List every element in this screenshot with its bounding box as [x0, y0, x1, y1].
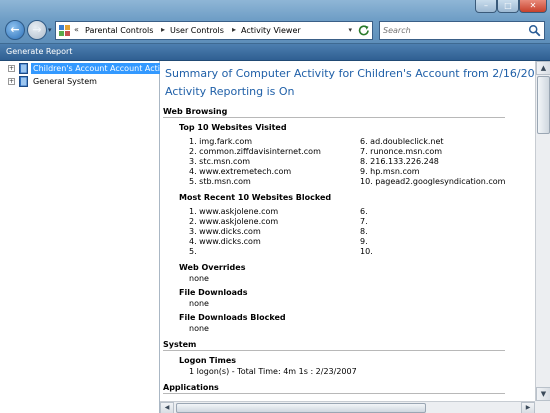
- list-item: 8. 216.133.226.248: [360, 157, 439, 166]
- activity-report: Summary of Computer Activity for Childre…: [160, 61, 535, 401]
- report-status: Activity Reporting is On: [165, 85, 295, 98]
- breadcrumb-separator-icon[interactable]: ▸: [161, 25, 165, 34]
- breadcrumb-activity-viewer[interactable]: Activity Viewer: [241, 26, 301, 35]
- back-arrow-icon: ←: [10, 23, 20, 36]
- scroll-left-button[interactable]: ◀: [160, 402, 174, 413]
- web-overrides-heading: Web Overrides: [179, 263, 246, 272]
- list-item: 7.: [360, 217, 368, 226]
- report-tree: + Children's Account Account Activity + …: [0, 61, 177, 413]
- address-field[interactable]: « Parental Controls ▸ User Controls ▸ Ac…: [55, 21, 373, 40]
- breadcrumb-parental-controls[interactable]: Parental Controls: [85, 26, 153, 35]
- forward-arrow-icon: →: [32, 23, 42, 36]
- section-divider: [163, 393, 505, 394]
- section-system: System: [163, 340, 197, 349]
- breadcrumb-separator-icon[interactable]: ▸: [232, 25, 236, 34]
- list-item: 10.: [360, 247, 373, 256]
- tree-item-general-system[interactable]: + General System: [0, 75, 160, 88]
- section-divider: [163, 350, 505, 351]
- control-panel-icon: [59, 25, 70, 36]
- horizontal-scrollbar[interactable]: ◀ ▶: [160, 401, 535, 413]
- horizontal-scroll-thumb[interactable]: [176, 403, 426, 413]
- file-downloads-blocked-heading: File Downloads Blocked: [179, 313, 286, 322]
- close-icon: ✕: [529, 1, 537, 10]
- list-item: 3. www.dicks.com: [189, 227, 261, 236]
- recent-pages-dropdown[interactable]: ▾: [48, 26, 52, 34]
- list-item: 8.: [360, 227, 368, 236]
- list-item: 5.: [189, 247, 197, 256]
- maximize-icon: □: [504, 1, 512, 10]
- logon-times-heading: Logon Times: [179, 356, 237, 365]
- list-item: 5. stb.msn.com: [189, 177, 251, 186]
- forward-button[interactable]: →: [27, 20, 47, 40]
- expand-icon[interactable]: +: [8, 65, 15, 72]
- section-web-browsing: Web Browsing: [163, 107, 228, 116]
- tree-item-childrens-account[interactable]: + Children's Account Account Activity: [0, 62, 177, 75]
- scroll-down-button[interactable]: ▼: [536, 387, 550, 401]
- generate-report-button[interactable]: Generate Report: [6, 47, 72, 56]
- breadcrumb-overflow-icon[interactable]: «: [74, 25, 79, 34]
- scroll-up-button[interactable]: ▲: [536, 61, 550, 75]
- list-item: 2. www.askjolene.com: [189, 217, 279, 226]
- expand-icon[interactable]: +: [8, 78, 15, 85]
- list-item: 1. www.askjolene.com: [189, 207, 279, 216]
- address-bar-area: – □ ✕ ← → ▾ « Parental Controls ▸ User C…: [0, 0, 550, 44]
- report-title: Summary of Computer Activity for Childre…: [165, 67, 535, 80]
- search-box[interactable]: [379, 21, 545, 40]
- list-item: 10. pagead2.googlesyndication.com: [360, 177, 506, 186]
- breadcrumb-user-controls[interactable]: User Controls: [170, 26, 224, 35]
- list-item: 6. ad.doubleclick.net: [360, 137, 444, 146]
- logon-times-value: 1 logon(s) - Total Time: 4m 1s : 2/23/20…: [189, 367, 357, 376]
- list-item: 6.: [360, 207, 368, 216]
- vertical-scrollbar[interactable]: ▲ ▼: [535, 61, 550, 401]
- vertical-scroll-thumb[interactable]: [537, 76, 550, 134]
- list-item: 2. common.ziffdavisinternet.com: [189, 147, 321, 156]
- search-icon[interactable]: [528, 24, 541, 37]
- section-divider: [163, 117, 505, 118]
- scrollbar-corner: [535, 401, 550, 413]
- report-book-icon: [19, 63, 28, 74]
- section-applications: Applications: [163, 383, 219, 392]
- scroll-right-button[interactable]: ▶: [521, 402, 535, 413]
- list-item: 9.: [360, 237, 368, 246]
- minimize-icon: –: [484, 1, 488, 10]
- file-downloads-blocked-value: none: [189, 324, 209, 333]
- search-input[interactable]: [383, 24, 523, 37]
- list-item: 1. img.fark.com: [189, 137, 253, 146]
- file-downloads-value: none: [189, 299, 209, 308]
- web-overrides-value: none: [189, 274, 209, 283]
- list-item: 3. stc.msn.com: [189, 157, 251, 166]
- address-dropdown-icon[interactable]: ▾: [348, 26, 352, 34]
- list-item: 4. www.extremetech.com: [189, 167, 292, 176]
- tree-item-label: Children's Account Account Activity: [31, 63, 177, 74]
- close-button[interactable]: ✕: [519, 0, 547, 13]
- top-websites-heading: Top 10 Websites Visited: [179, 123, 287, 132]
- maximize-button[interactable]: □: [497, 0, 519, 13]
- refresh-icon[interactable]: [357, 24, 371, 37]
- file-downloads-heading: File Downloads: [179, 288, 248, 297]
- blocked-websites-heading: Most Recent 10 Websites Blocked: [179, 193, 332, 202]
- minimize-button[interactable]: –: [475, 0, 497, 13]
- list-item: 9. hp.msn.com: [360, 167, 420, 176]
- list-item: 7. runonce.msn.com: [360, 147, 443, 156]
- report-book-icon: [19, 76, 28, 87]
- command-bar: Generate Report: [0, 44, 550, 61]
- back-button[interactable]: ←: [5, 20, 25, 40]
- tree-item-label: General System: [33, 77, 97, 86]
- list-item: 4. www.dicks.com: [189, 237, 261, 246]
